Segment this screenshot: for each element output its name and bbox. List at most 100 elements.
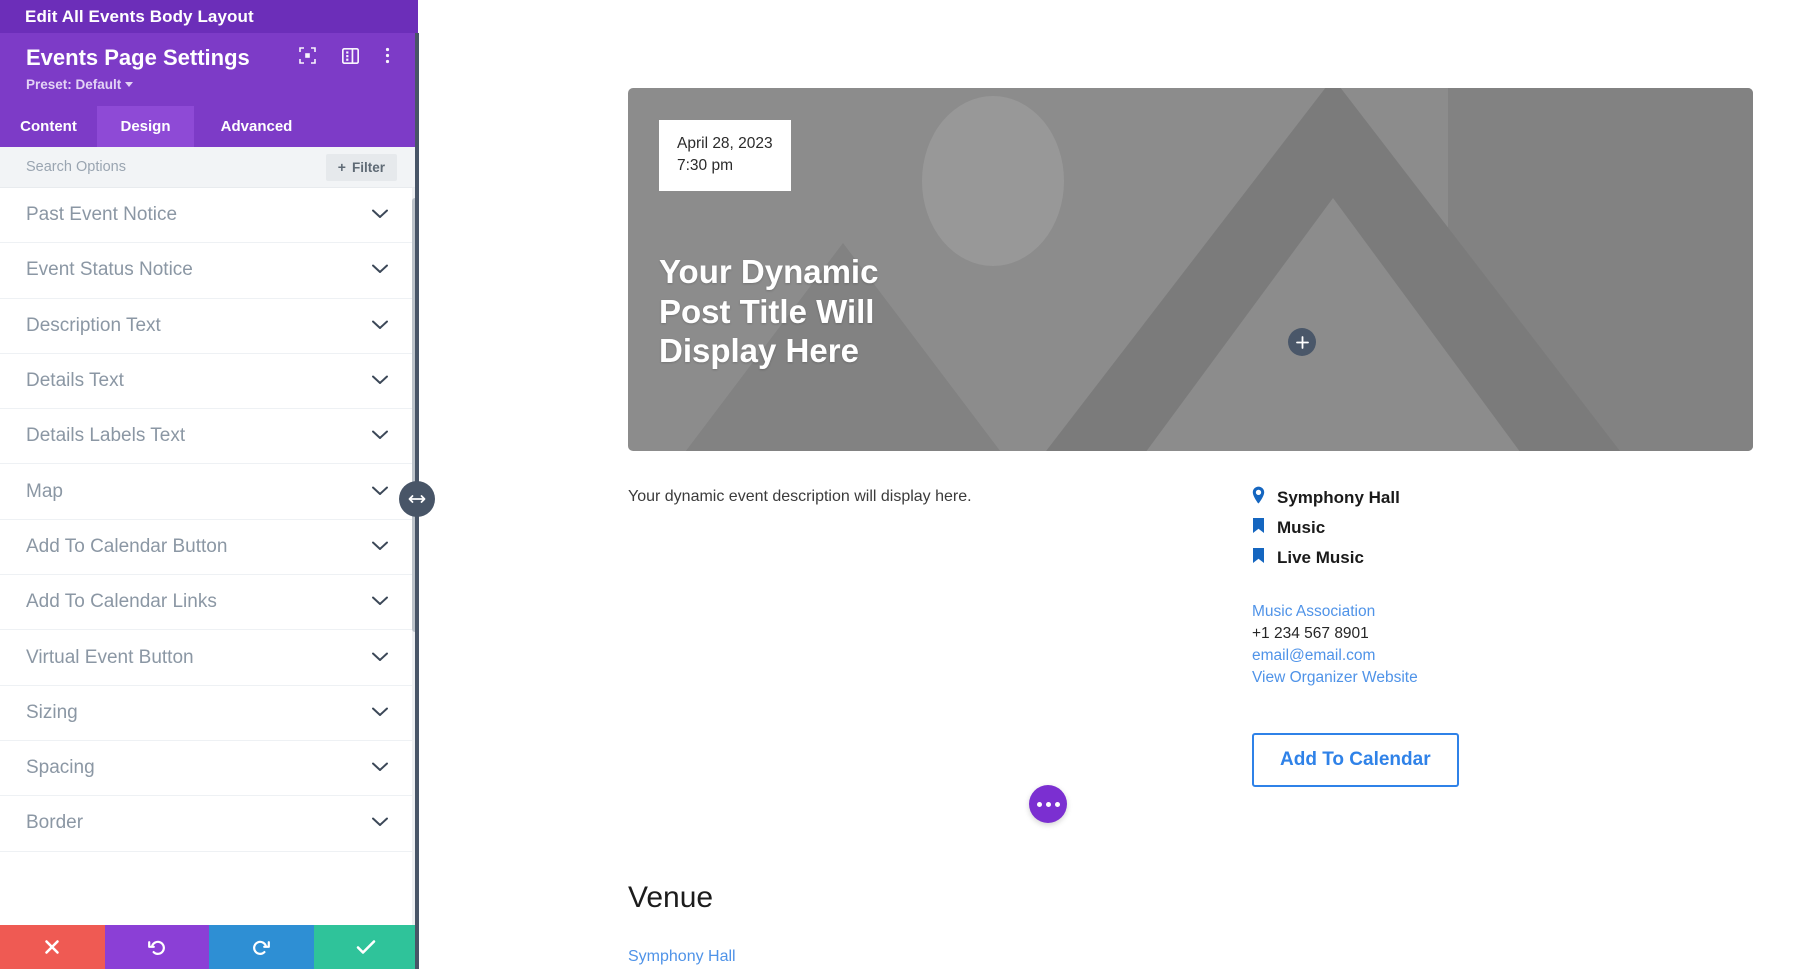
focus-target-icon[interactable] (299, 47, 316, 69)
settings-panel-header: Events Page Settings Preset: Default (0, 33, 418, 106)
ellipsis-dot (1045, 801, 1051, 807)
redo-button[interactable] (209, 925, 314, 969)
preset-selector[interactable]: Preset: Default (26, 76, 396, 94)
tab-design[interactable]: Design (97, 106, 194, 147)
option-row-description-text[interactable]: Description Text (0, 298, 418, 354)
detail-label: Live Music (1277, 548, 1364, 567)
ellipsis-dot (1054, 801, 1060, 807)
event-hero-image: April 28, 2023 7:30 pm Your Dynamic Post… (628, 88, 1753, 451)
filter-button[interactable]: + Filter (325, 153, 397, 181)
venue-heading: Venue (628, 881, 714, 914)
option-row-details-text[interactable]: Details Text (0, 353, 418, 410)
ellipsis-dot (1036, 801, 1042, 807)
detail-category-live-music: Live Music (1252, 547, 1632, 569)
chevron-down-icon (372, 704, 388, 722)
chevron-down-icon (372, 649, 388, 667)
option-row-past-event-notice[interactable]: Past Event Notice (0, 188, 418, 244)
chevron-down-icon (372, 759, 388, 777)
option-label: Virtual Event Button (26, 646, 194, 668)
add-module-button[interactable] (1288, 328, 1316, 356)
event-title: Your Dynamic Post Title Will Display Her… (659, 253, 879, 369)
builder-settings-fab[interactable] (1029, 785, 1067, 823)
option-row-border[interactable]: Border (0, 796, 418, 852)
organizer-block: Music Association +1 234 567 8901 email@… (1252, 601, 1632, 689)
search-bar: + Filter (0, 147, 418, 188)
settings-panel: Edit All Events Body Layout Events Page … (0, 0, 418, 969)
chevron-down-icon (372, 483, 388, 501)
redo-icon (253, 940, 271, 955)
chevron-down-icon (372, 317, 388, 335)
panel-resize-handle[interactable] (399, 481, 435, 517)
option-row-virtual-event-button[interactable]: Virtual Event Button (0, 630, 418, 686)
chevron-down-icon (372, 261, 388, 279)
detail-label: Music (1277, 518, 1326, 537)
save-button[interactable] (313, 925, 418, 969)
organizer-phone: +1 234 567 8901 (1252, 625, 1369, 642)
venue-name-link[interactable]: Symphony Hall (628, 948, 1765, 966)
chevron-down-icon (125, 82, 134, 88)
option-label: Map (26, 480, 63, 502)
more-vertical-icon[interactable] (385, 47, 390, 69)
option-label: Spacing (26, 757, 95, 779)
option-row-add-to-calendar-links[interactable]: Add To Calendar Links (0, 575, 418, 631)
page-preview: April 28, 2023 7:30 pm Your Dynamic Post… (418, 33, 1800, 969)
event-time: 7:30 pm (677, 157, 734, 174)
plus-icon: + (337, 159, 346, 175)
option-label: Details Text (26, 370, 124, 392)
panel-action-bar (0, 925, 418, 969)
location-pin-icon (1252, 486, 1265, 509)
option-row-spacing[interactable]: Spacing (0, 740, 418, 797)
event-description-column: Your dynamic event description will disp… (628, 486, 1248, 787)
search-input[interactable] (0, 147, 326, 187)
option-label: Border (26, 812, 84, 834)
page-title: Events Page Settings (26, 45, 250, 70)
tab-content[interactable]: Content (0, 106, 97, 147)
add-to-calendar-button[interactable]: Add To Calendar (1252, 733, 1459, 787)
bookmark-icon (1252, 517, 1265, 539)
option-label: Past Event Notice (26, 204, 178, 226)
event-date: April 28, 2023 (677, 135, 773, 152)
cancel-button[interactable] (0, 925, 105, 969)
undo-icon (147, 940, 165, 955)
chevron-down-icon (372, 206, 388, 224)
close-icon (45, 940, 60, 954)
chevron-down-icon (372, 814, 388, 832)
resize-horizontal-icon (408, 495, 426, 503)
check-icon (356, 940, 376, 954)
plus-icon (1295, 335, 1309, 349)
option-row-sizing[interactable]: Sizing (0, 685, 418, 741)
options-list: Past Event Notice Event Status Notice De… (0, 188, 418, 925)
option-row-event-status-notice[interactable]: Event Status Notice (0, 243, 418, 299)
layout-title-bar: Edit All Events Body Layout (0, 0, 418, 33)
organizer-email-link[interactable]: email@email.com (1252, 645, 1632, 667)
option-row-add-to-calendar-button[interactable]: Add To Calendar Button (0, 519, 418, 576)
chevron-down-icon (372, 593, 388, 611)
layout-panel-icon[interactable] (341, 47, 360, 69)
option-label: Description Text (26, 314, 161, 336)
event-meta-column: Symphony Hall Music Live Music Music Ass… (1252, 486, 1632, 787)
option-label: Add To Calendar Button (26, 535, 228, 557)
tab-advanced[interactable]: Advanced (194, 106, 319, 147)
event-date-badge: April 28, 2023 7:30 pm (659, 120, 791, 191)
undo-button[interactable] (104, 925, 209, 969)
chevron-down-icon (372, 427, 388, 445)
chevron-down-icon (372, 372, 388, 390)
bookmark-icon (1252, 547, 1265, 569)
hero-mountain-inner-shape (1123, 198, 1543, 451)
detail-venue: Symphony Hall (1252, 486, 1632, 509)
option-row-details-labels-text[interactable]: Details Labels Text (0, 409, 418, 465)
organizer-name-link[interactable]: Music Association (1252, 601, 1632, 623)
option-label: Details Labels Text (26, 425, 186, 447)
detail-category-music: Music (1252, 517, 1632, 539)
preset-label: Preset: Default (26, 77, 122, 92)
divi-builder-screen: Edit All Events Body Layout Events Page … (0, 0, 1800, 969)
organizer-website-link[interactable]: View Organizer Website (1252, 667, 1632, 689)
layout-title: Edit All Events Body Layout (25, 6, 254, 26)
event-content-row: Your dynamic event description will disp… (628, 486, 1765, 787)
option-label: Add To Calendar Links (26, 591, 217, 613)
detail-label: Symphony Hall (1277, 487, 1400, 507)
option-row-map[interactable]: Map (0, 464, 418, 520)
chevron-down-icon (372, 538, 388, 556)
venue-section: Venue Symphony Hall (628, 881, 1765, 966)
option-label: Event Status Notice (26, 259, 193, 281)
